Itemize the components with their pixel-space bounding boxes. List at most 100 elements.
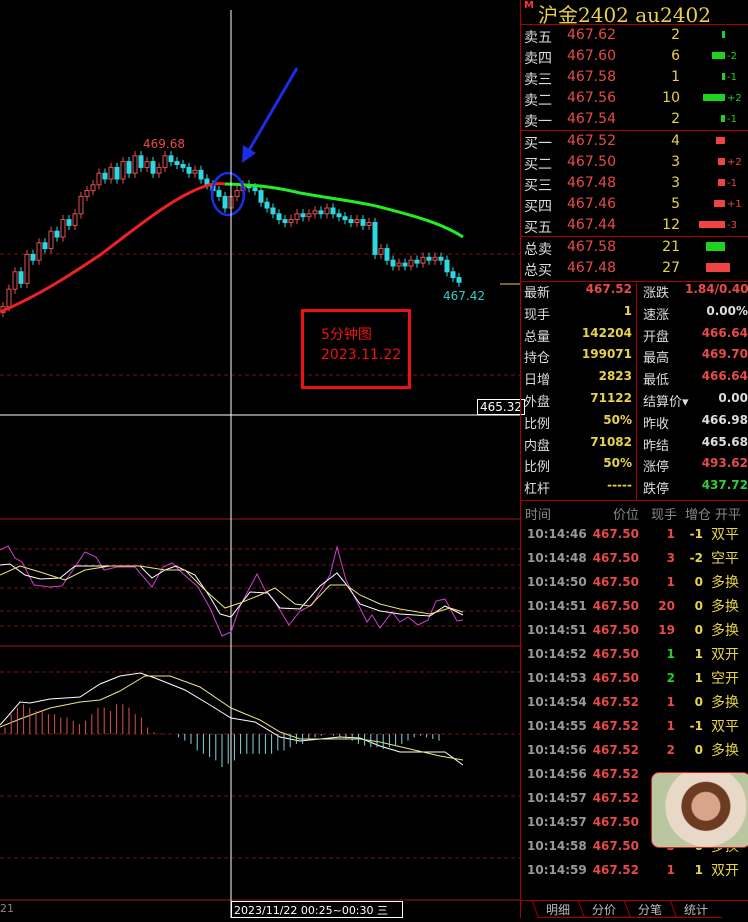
- total-volume: 27: [662, 260, 680, 276]
- stat-value-2: 493.62: [701, 456, 748, 471]
- level-delta: -1: [727, 178, 737, 189]
- order-level[interactable]: 卖五 467.62 2: [521, 25, 748, 46]
- candle-body: [162, 155, 168, 168]
- trade-volume: 1: [666, 646, 675, 661]
- volume-bar: [714, 200, 725, 207]
- trade-row[interactable]: 10:14:55 467.52 1 -1 双平: [521, 714, 748, 738]
- order-level[interactable]: 卖二 467.56 10 +2: [521, 88, 748, 109]
- candle-body: [366, 222, 372, 226]
- candle-body: [378, 248, 384, 255]
- trade-oi-change: 0: [694, 694, 703, 709]
- candle-body: [108, 166, 114, 180]
- order-level[interactable]: 买三 467.48 3 -1: [521, 173, 748, 194]
- candle-body: [456, 277, 462, 283]
- stat-value-2: 469.70: [701, 347, 748, 362]
- candle-body: [12, 271, 18, 290]
- trade-volume: 1: [666, 718, 675, 733]
- kline-chart[interactable]: 469.68 467.42 5分钟图 2023.11.22 465.32 21 …: [0, 0, 525, 918]
- stat-label: 现手: [524, 307, 551, 323]
- order-level[interactable]: 卖一 467.54 2 -1: [521, 109, 748, 130]
- total-volume: 21: [662, 239, 680, 255]
- trade-row[interactable]: 10:14:48 467.50 3 -2 空平: [521, 546, 748, 570]
- candle-body: [186, 166, 192, 174]
- trade-type: 双开: [711, 862, 739, 879]
- col-volume: 现手: [650, 507, 677, 523]
- candle-body: [216, 190, 222, 197]
- col-open-close: 开平: [715, 507, 742, 523]
- stat-row: 比例 50% 涨停 493.62: [521, 456, 748, 479]
- stat-label: 内盘: [524, 438, 551, 454]
- trade-row[interactable]: 10:14:51 467.50 19 0 多换: [521, 618, 748, 642]
- trade-row[interactable]: 10:14:54 467.52 1 0 多换: [521, 690, 748, 714]
- stat-value-2: 466.98: [701, 412, 748, 427]
- level-label: 买五: [524, 220, 552, 236]
- tab-stats[interactable]: 统计: [669, 901, 723, 918]
- trade-time: 10:14:53: [527, 670, 587, 685]
- stat-value-2: 437.72: [701, 478, 748, 493]
- order-level[interactable]: 卖四 467.60 6 -2: [521, 46, 748, 67]
- stat-label-2[interactable]: 结算价▾: [637, 391, 689, 413]
- trade-oi-change: -2: [689, 550, 703, 565]
- stat-value-2: 466.64: [701, 325, 748, 340]
- stat-row: 杠杆 ----- 跌停 437.72: [521, 478, 748, 500]
- trade-row[interactable]: 10:14:50 467.50 1 0 多换: [521, 570, 748, 594]
- volume-bar: [706, 242, 725, 251]
- stat-row: 比例 50% 昨收 466.98: [521, 412, 748, 435]
- trade-price: 467.50: [592, 838, 639, 853]
- candle-body: [252, 187, 258, 192]
- arrow-line: [246, 67, 299, 153]
- candle-body: [150, 161, 156, 174]
- order-level[interactable]: 买一 467.52 4: [521, 131, 748, 152]
- trade-row[interactable]: 10:14:59 467.52 1 1 双开: [521, 858, 748, 882]
- candle-body: [288, 219, 294, 224]
- trade-type: 多换: [711, 622, 739, 639]
- candle-body: [180, 164, 186, 168]
- order-level[interactable]: 卖三 467.58 1 -1: [521, 67, 748, 88]
- quote-panel: M 沪金2402 au2402 卖五 467.62 2 卖四 467.60 6 -2 卖三 46…: [520, 0, 748, 918]
- stat-value-2: 0.00: [718, 390, 748, 405]
- candle-body: [342, 216, 348, 221]
- stat-label-2: 速涨: [643, 307, 670, 323]
- volume-bar: [722, 73, 725, 80]
- tab-price[interactable]: 分价: [577, 901, 631, 918]
- candle-body: [6, 288, 12, 308]
- stat-label: 杠杆: [524, 482, 551, 498]
- total-price: 467.48: [567, 260, 616, 276]
- cross-price-label: 465.32: [477, 399, 525, 415]
- trade-price: 467.50: [592, 550, 639, 565]
- candle-body: [48, 230, 54, 250]
- trade-row[interactable]: 10:14:53 467.50 2 1 空开: [521, 666, 748, 690]
- annotation-line1: 5分钟图: [321, 327, 372, 343]
- trade-type: 多换: [711, 598, 739, 615]
- stat-value: -----: [563, 478, 637, 500]
- total-row: 总卖 467.58 21: [521, 237, 748, 258]
- stat-label-2: 跌停: [643, 482, 670, 498]
- floating-avatar-popup[interactable]: [651, 772, 748, 848]
- volume-bar: [722, 31, 725, 38]
- trade-row[interactable]: 10:14:51 467.50 20 0 多换: [521, 594, 748, 618]
- candle-body: [198, 169, 204, 180]
- level-delta: -1: [727, 72, 737, 83]
- tab-detail[interactable]: 明细: [531, 901, 585, 918]
- candle-body: [282, 219, 288, 224]
- trade-row[interactable]: 10:14:56 467.52 2 0 多换: [521, 738, 748, 762]
- level-delta: -2: [727, 51, 737, 62]
- candle-body: [390, 259, 396, 267]
- order-level[interactable]: 买四 467.46 5 +1: [521, 194, 748, 215]
- candle-body: [360, 219, 366, 226]
- trade-price: 467.52: [592, 742, 639, 757]
- trade-oi-change: 0: [694, 598, 703, 613]
- trade-time: 10:14:50: [527, 574, 587, 589]
- candle-body: [96, 172, 102, 186]
- stat-value: 1: [563, 303, 637, 326]
- trade-row[interactable]: 10:14:46 467.50 1 -1 双平: [521, 522, 748, 546]
- market-flag: M: [524, 0, 534, 11]
- order-level[interactable]: 买二 467.50 3 +2: [521, 152, 748, 173]
- axis-label-left: 21: [0, 902, 14, 915]
- trade-row[interactable]: 10:14:52 467.50 1 1 双开: [521, 642, 748, 666]
- tab-ticks[interactable]: 分笔: [623, 901, 677, 918]
- candle-body: [300, 213, 306, 218]
- candle-body: [138, 155, 144, 168]
- candle-body: [312, 210, 318, 215]
- order-level[interactable]: 买五 467.44 12 -3: [521, 215, 748, 236]
